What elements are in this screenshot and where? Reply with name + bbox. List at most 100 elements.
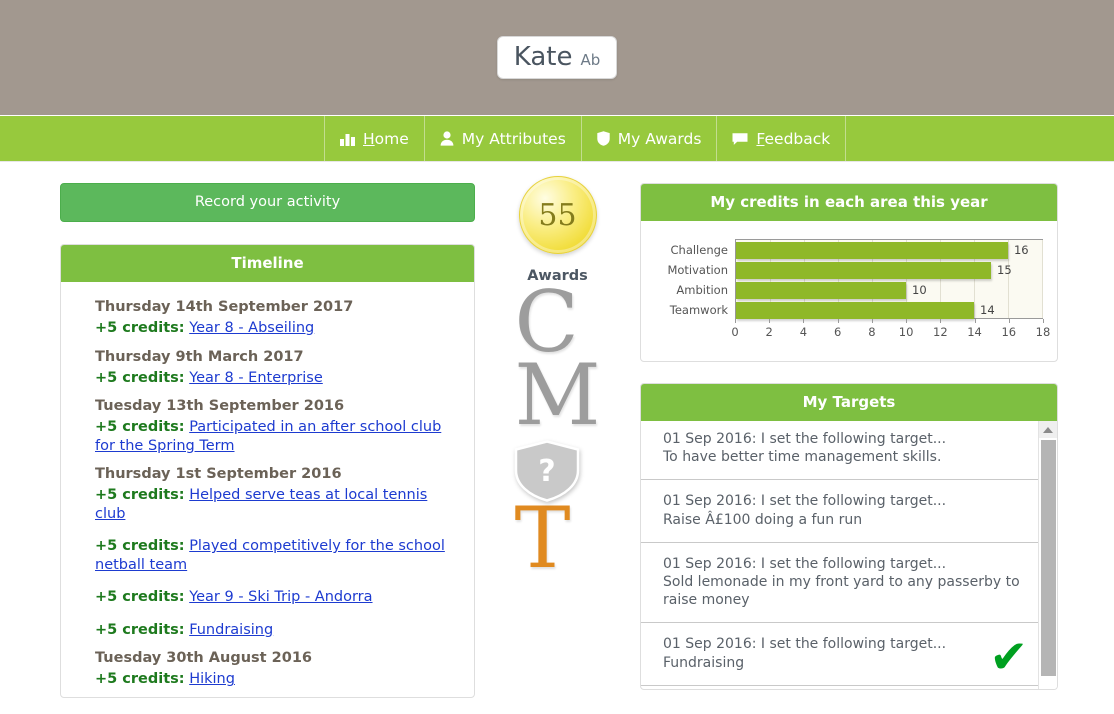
chart-axis-tick	[837, 319, 839, 323]
chart-axis-tick-label: 12	[933, 325, 948, 339]
timeline-credits: +5 credits:	[95, 320, 185, 336]
page-banner: Kate Ab	[0, 0, 1114, 115]
timeline-entry: +5 credits: Year 8 - Abseiling	[95, 319, 458, 338]
nav-item-my-attributes[interactable]: My Attributes	[423, 116, 581, 161]
target-item[interactable]: 01 Sep 2016: I set the following target.…	[641, 543, 1038, 624]
credits-chart-body: Challenge Motivation Ambition Teamwork 16 15…	[641, 221, 1057, 361]
speech-bubble-icon	[732, 132, 748, 146]
chart-axis-tick	[769, 319, 771, 323]
target-date-line: 01 Sep 2016: I set the following target.…	[663, 555, 947, 572]
nav-item-home[interactable]: Home	[324, 116, 424, 161]
chart-axis-tick-label: 0	[731, 325, 739, 339]
timeline-credits: +5 credits:	[95, 538, 185, 555]
left-column: Record your activity Timeline Thursday 1…	[0, 162, 475, 698]
chart-axis-tick-label: 16	[1001, 325, 1017, 339]
user-icon	[440, 131, 454, 146]
nav-item-my-awards-label: My Awards	[617, 129, 702, 148]
target-date-line: 01 Sep 2016: I set the following target.…	[663, 431, 947, 447]
chart-category-label: Challenge	[670, 243, 729, 257]
target-item[interactable]: 01 Sep 2016: I set the following target.…	[641, 623, 1038, 686]
bar-chart-icon	[340, 132, 355, 146]
chart-axis-tick	[974, 319, 976, 323]
timeline-list: Thursday 14th September 2017 +5 credits: …	[61, 282, 474, 697]
timeline-activity-link[interactable]: Year 8 - Enterprise	[189, 370, 323, 386]
timeline-panel: Timeline Thursday 14th September 2017 +5 …	[60, 244, 475, 698]
nav-item-my-attributes-label: My Attributes	[461, 129, 566, 148]
target-item[interactable]: 01 Sep 2016: I set the following target.…	[641, 421, 1038, 481]
chart-axis-tick-label: 6	[833, 325, 842, 339]
chart-value-axis: 0 2 4 6 8 10 12 14 16 18	[731, 319, 1050, 341]
chart-gridline	[1042, 240, 1043, 318]
timeline-entry: +5 credits: Year 9 - Ski Trip - Andorra	[95, 588, 458, 607]
timeline-entry: +5 credits: Year 8 - Enterprise	[95, 369, 458, 388]
targets-list: 01 Sep 2016: I set the following target.…	[641, 421, 1057, 689]
chart-bar-row: 14	[736, 300, 1042, 320]
chart-plot-area: 16 15 10 14	[735, 239, 1043, 319]
credits-chart-title: My credits in each area this year	[641, 184, 1057, 221]
award-letter-m[interactable]: M	[514, 353, 600, 437]
chart-axis-tick	[1008, 319, 1010, 323]
chart-plot-column: 16 15 10 14 0 2 4 6 8 10 12 14 16 18	[731, 239, 1050, 341]
main-content: Record your activity Timeline Thursday 1…	[0, 162, 1114, 714]
timeline-date: Thursday 9th March 2017	[95, 348, 304, 365]
award-letter-t[interactable]: T	[514, 496, 600, 580]
chart-category-label: Motivation	[667, 263, 728, 277]
nav-item-my-awards[interactable]: My Awards	[580, 116, 717, 161]
chart-category-axis: Challenge Motivation Ambition Teamwork	[655, 239, 735, 341]
chart-axis-tick-label: 4	[799, 325, 808, 339]
target-completed-check-icon: ✔	[989, 629, 1028, 684]
chart-bar	[736, 281, 906, 299]
nav-item-home-label: Home	[363, 129, 409, 148]
targets-scrollbar[interactable]	[1038, 421, 1057, 689]
timeline-credits: +5 credits:	[95, 589, 185, 606]
chart-bar	[736, 261, 991, 279]
nav-item-feedback-label: Feedback	[756, 129, 831, 148]
user-initials: Ab	[580, 51, 601, 69]
nav-item-feedback[interactable]: Feedback	[716, 116, 847, 161]
timeline-entry: +5 credits: Fundraising	[95, 621, 458, 640]
timeline-date: Tuesday 30th August 2016	[95, 650, 312, 667]
chart-bar-value: 15	[997, 263, 1012, 277]
scroll-up-button[interactable]	[1039, 421, 1057, 438]
chart-axis-tick	[871, 319, 873, 323]
awards-list: C M? T	[514, 280, 600, 580]
svg-text:?: ?	[539, 454, 556, 489]
chart-axis-tick-label: 2	[765, 325, 773, 339]
timeline-date: Thursday 1st September 2016	[95, 466, 342, 483]
timeline-activity-link[interactable]: Year 8 - Abseiling	[189, 320, 314, 336]
chart-axis-tick-label: 10	[898, 325, 914, 339]
timeline-credits: +5 credits:	[95, 621, 185, 638]
timeline-credits: +5 credits:	[95, 487, 185, 504]
chart-axis-tick	[906, 319, 908, 323]
target-date-line: 01 Sep 2016: I set the following target.…	[663, 636, 947, 653]
timeline-credits: +5 credits:	[95, 419, 185, 436]
targets-panel: My Targets 01 Sep 2016: I set the follow…	[640, 383, 1058, 690]
timeline-activity-link[interactable]: Hiking	[189, 671, 235, 687]
timeline-activity-link[interactable]: Year 9 - Ski Trip - Andorra	[189, 589, 372, 605]
chart-axis-tick	[803, 319, 805, 323]
targets-panel-title: My Targets	[641, 384, 1057, 421]
timeline-date: Tuesday 13th September 2016	[95, 398, 345, 415]
user-name-plate: Kate Ab	[496, 36, 618, 79]
target-date-line: 01 Sep 2016: I set the following target.…	[663, 493, 947, 510]
user-first-name: Kate	[513, 42, 573, 72]
chart-axis-tick	[940, 319, 942, 323]
chart-axis-tick-label: 8	[868, 325, 876, 339]
chart-category-label: Ambition	[676, 283, 728, 297]
record-activity-button[interactable]: Record your activity	[60, 183, 475, 222]
timeline-entry: +5 credits: Participated in an after sch…	[95, 418, 458, 455]
chart-bar-value: 14	[980, 303, 995, 317]
chart-axis-tick	[735, 319, 736, 323]
award-locked-shield-icon[interactable]: ?	[514, 439, 580, 502]
target-item[interactable]: 01 Sep 2016: I set the following target.…	[641, 480, 1038, 543]
scrollbar-thumb[interactable]	[1041, 440, 1056, 676]
target-text: Raise Â£100 doing a fun run	[663, 511, 863, 528]
credits-chart-panel: My credits in each area this year Challe…	[640, 183, 1058, 362]
chart-bar-value: 16	[1013, 243, 1029, 257]
chart-bar-row: 16	[736, 240, 1042, 260]
timeline-activity-link[interactable]: Fundraising	[189, 622, 273, 638]
main-navigation: Home My Attributes My Awards Feedback	[0, 115, 1114, 162]
timeline-entry: +5 credits: Helped serve teas at local t…	[95, 486, 458, 523]
credit-total-badge: 55	[518, 176, 597, 254]
timeline-date: Thursday 14th September 2017	[95, 299, 354, 315]
